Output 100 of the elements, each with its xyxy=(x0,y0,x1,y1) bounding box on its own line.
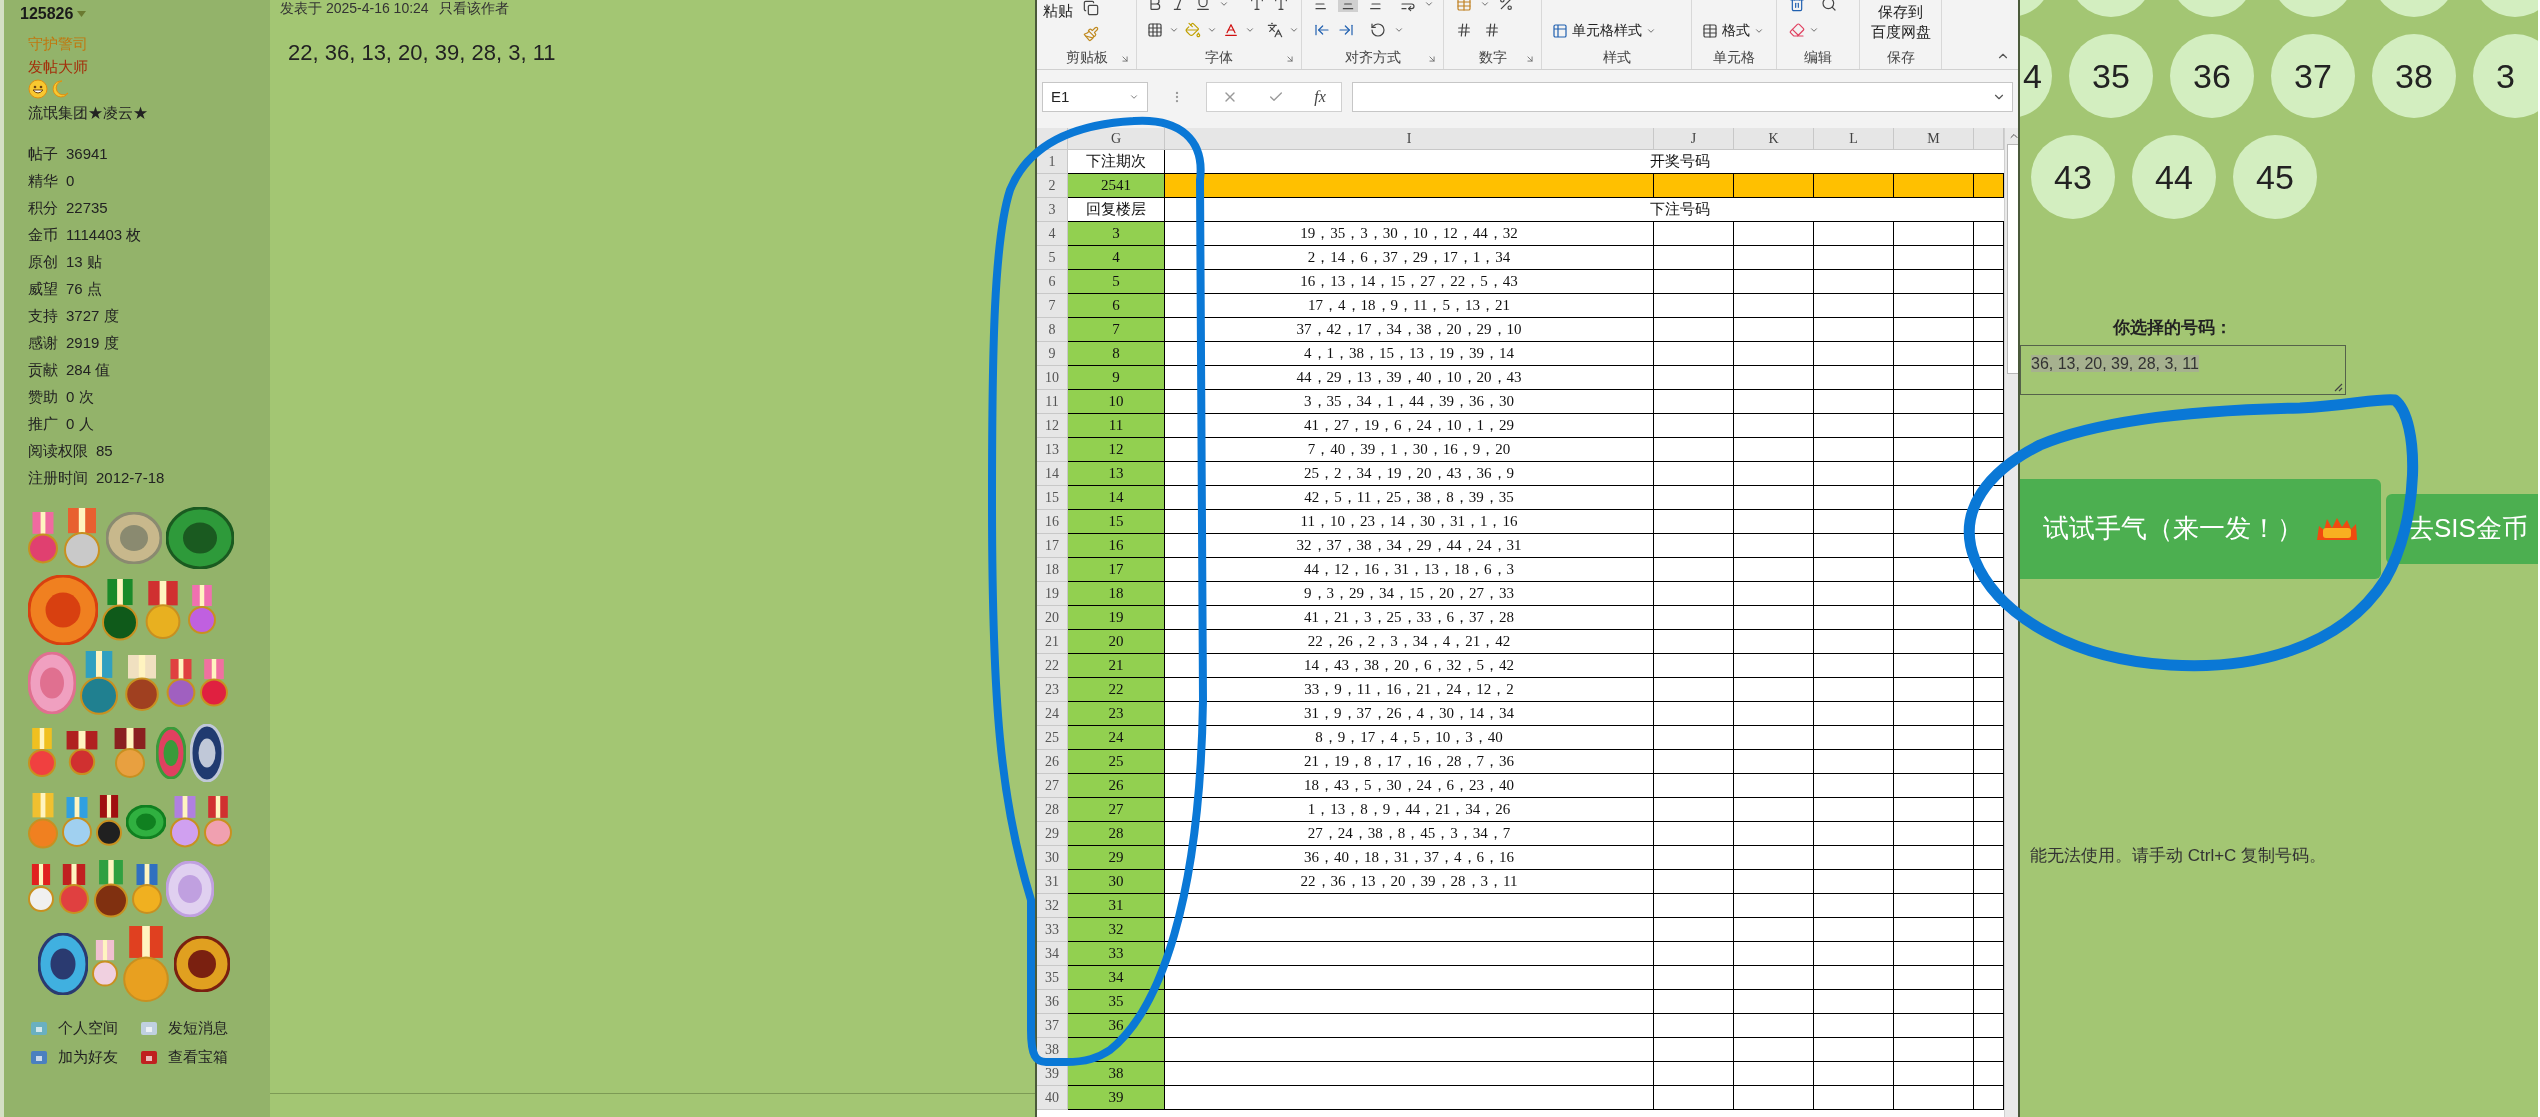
row-header[interactable]: 9 xyxy=(1037,342,1068,366)
search-icon[interactable] xyxy=(1821,0,1837,12)
profile-link[interactable]: 发短消息 xyxy=(168,1017,228,1040)
row-header[interactable]: 31 xyxy=(1037,870,1068,894)
dialog-launcher-icon[interactable] xyxy=(1285,54,1295,64)
row-header[interactable]: 16 xyxy=(1037,510,1068,534)
row-header[interactable]: 3 xyxy=(1037,198,1068,222)
wrap-text-icon[interactable] xyxy=(1400,0,1416,12)
cell-styles-button[interactable]: 单元格样式 xyxy=(1552,20,1691,41)
profile-link[interactable]: 个人空间 xyxy=(58,1017,118,1040)
scrollbar-thumb[interactable] xyxy=(2006,144,2018,374)
row-header[interactable]: 15 xyxy=(1037,486,1068,510)
paste-button[interactable]: 粘贴 xyxy=(1043,0,1073,42)
row-header[interactable]: 23 xyxy=(1037,678,1068,702)
caret-icon[interactable] xyxy=(1809,25,1819,35)
caret-icon[interactable] xyxy=(1219,0,1229,9)
underline-icon[interactable] xyxy=(1195,0,1211,12)
row-header[interactable]: 18 xyxy=(1037,558,1068,582)
name-box[interactable]: E1 xyxy=(1042,82,1148,112)
caret-icon[interactable] xyxy=(1480,0,1490,9)
formula-input[interactable] xyxy=(1352,82,2013,112)
grow-font-icon[interactable] xyxy=(1249,0,1265,12)
medal-icon xyxy=(204,796,232,848)
row-header[interactable]: 13 xyxy=(1037,438,1068,462)
table-cell: 22 xyxy=(1068,678,1165,702)
column-header[interactable]: M xyxy=(1894,128,1974,149)
shrink-font-icon[interactable] xyxy=(1273,0,1289,12)
align-center-icon[interactable] xyxy=(1340,0,1356,12)
row-header[interactable]: 36 xyxy=(1037,990,1068,1014)
row-header[interactable]: 7 xyxy=(1037,294,1068,318)
orientation-icon[interactable] xyxy=(1370,22,1386,38)
row-header[interactable]: 22 xyxy=(1037,654,1068,678)
column-header[interactable]: L xyxy=(1814,128,1894,149)
row-header[interactable]: 11 xyxy=(1037,390,1068,414)
profile-link[interactable]: 加为好友 xyxy=(58,1045,118,1068)
column-header[interactable]: I xyxy=(1165,128,1654,149)
dialog-launcher-icon[interactable] xyxy=(1525,54,1535,64)
row-header[interactable]: 27 xyxy=(1037,774,1068,798)
caret-icon[interactable] xyxy=(1129,92,1139,102)
dialog-launcher-icon[interactable] xyxy=(1120,54,1130,64)
username[interactable]: 125826 xyxy=(20,4,74,24)
table-icon[interactable] xyxy=(1552,22,1568,39)
clear-icon[interactable] xyxy=(1789,0,1805,12)
row-header[interactable]: 37 xyxy=(1037,1014,1068,1038)
caret-icon[interactable] xyxy=(1169,25,1179,35)
caret-icon[interactable] xyxy=(1424,0,1434,9)
row-header[interactable]: 12 xyxy=(1037,414,1068,438)
copy-icon[interactable] xyxy=(1083,0,1099,16)
column-header[interactable]: J xyxy=(1654,128,1734,149)
row-header[interactable]: 21 xyxy=(1037,630,1068,654)
dialog-launcher-icon[interactable] xyxy=(1427,54,1437,64)
row-header[interactable]: 5 xyxy=(1037,246,1068,270)
row-header[interactable]: 29 xyxy=(1037,822,1068,846)
borders-icon[interactable] xyxy=(1147,22,1163,38)
resize-handle-icon[interactable] xyxy=(2333,381,2343,392)
table-icon[interactable] xyxy=(1702,22,1718,39)
format-button[interactable]: 格式 xyxy=(1702,20,1776,41)
row-header[interactable]: 8 xyxy=(1037,318,1068,342)
caret-icon[interactable] xyxy=(1289,25,1299,35)
row-header[interactable]: 24 xyxy=(1037,702,1068,726)
selected-numbers-field[interactable]: 36, 13, 20, 39, 28, 3, 11 xyxy=(2020,344,2346,395)
row-header[interactable]: 17 xyxy=(1037,534,1068,558)
fill-color-icon[interactable] xyxy=(1185,22,1201,38)
insert-function-button[interactable]: fx xyxy=(1314,85,1326,109)
phonetic-icon[interactable] xyxy=(1267,22,1283,38)
eraser-icon[interactable] xyxy=(1789,22,1805,38)
row-header[interactable]: 40 xyxy=(1037,1086,1068,1110)
row-header[interactable]: 30 xyxy=(1037,846,1068,870)
row-header[interactable]: 1 xyxy=(1037,150,1068,174)
column-header[interactable]: G xyxy=(1068,128,1165,149)
author-only-link[interactable]: 只看该作者 xyxy=(438,0,509,18)
row-header[interactable]: 26 xyxy=(1037,750,1068,774)
caret-icon[interactable] xyxy=(1207,25,1217,35)
save-to-cloud-button[interactable]: 保存到 百度网盘 xyxy=(1870,2,1931,42)
percent-icon[interactable] xyxy=(1498,0,1514,12)
row-header[interactable]: 20 xyxy=(1037,606,1068,630)
caret-icon[interactable] xyxy=(77,11,87,17)
row-header[interactable]: 2 xyxy=(1037,174,1068,198)
row-header[interactable]: 25 xyxy=(1037,726,1068,750)
profile-link[interactable]: 查看宝箱 xyxy=(168,1045,228,1068)
column-header[interactable]: K xyxy=(1734,128,1814,149)
table-cell: 32 xyxy=(1068,918,1165,942)
row-header[interactable]: 35 xyxy=(1037,966,1068,990)
bold-icon[interactable] xyxy=(1147,0,1163,12)
row-header[interactable]: 34 xyxy=(1037,942,1068,966)
row-header[interactable]: 28 xyxy=(1037,798,1068,822)
font-color-icon[interactable] xyxy=(1223,22,1239,38)
row-header[interactable]: 19 xyxy=(1037,582,1068,606)
row-header[interactable]: 32 xyxy=(1037,894,1068,918)
vertical-scrollbar[interactable] xyxy=(2004,128,2018,1117)
increase-indent-icon[interactable] xyxy=(1338,22,1354,38)
row-header[interactable]: 6 xyxy=(1037,270,1068,294)
caret-icon[interactable] xyxy=(1245,25,1255,35)
decrease-indent-icon[interactable] xyxy=(1314,22,1330,38)
row-header[interactable]: 14 xyxy=(1037,462,1068,486)
row-header[interactable]: 4 xyxy=(1037,222,1068,246)
row-header[interactable]: 33 xyxy=(1037,918,1068,942)
caret-icon[interactable] xyxy=(1394,25,1404,35)
format-painter-icon[interactable] xyxy=(1083,26,1099,42)
row-header[interactable]: 10 xyxy=(1037,366,1068,390)
